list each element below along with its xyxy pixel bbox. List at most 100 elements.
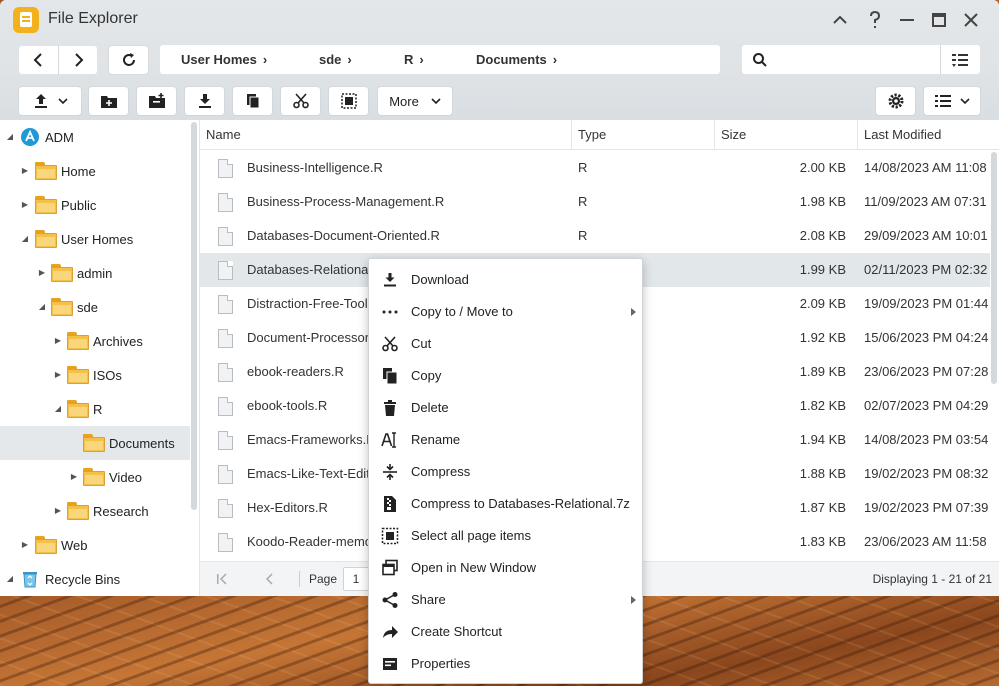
collapsed-arrow-icon[interactable]: ▶ (53, 506, 63, 516)
menu-item-rename[interactable]: Rename (369, 424, 642, 456)
expanded-arrow-icon[interactable]: ◢ (20, 234, 30, 244)
tree-item-sde[interactable]: ◢ sde (0, 290, 190, 324)
tree-item-admin[interactable]: ▶ admin (0, 256, 190, 290)
file-modified: 29/09/2023 AM 10:01 (864, 228, 988, 243)
expanded-arrow-icon[interactable]: ◢ (5, 132, 15, 142)
file-icon (218, 329, 233, 348)
file-icon (218, 431, 233, 450)
column-type[interactable]: Type (578, 120, 606, 150)
column-last-modified[interactable]: Last Modified (864, 120, 941, 150)
minimize-icon[interactable] (895, 8, 919, 32)
tree-item-adm[interactable]: ◢ ADM (0, 120, 190, 154)
tree-item-recycle-bins[interactable]: ◢ Recycle Bins (0, 562, 190, 596)
table-row[interactable]: Databases-Document-Oriented.R R 2.08 KB … (200, 219, 990, 253)
view-mode-button[interactable] (924, 87, 980, 115)
compress-file-icon (384, 496, 396, 512)
column-size[interactable]: Size (721, 120, 746, 150)
tree-item-video[interactable]: ▶ Video (0, 460, 190, 494)
menu-item-create-shortcut[interactable]: Create Shortcut (369, 616, 642, 648)
more-label: More (389, 93, 419, 109)
folder-icon (67, 400, 89, 418)
breadcrumb-item[interactable]: sde › (319, 52, 352, 67)
collapsed-arrow-icon[interactable]: ▶ (20, 166, 30, 176)
breadcrumb-item[interactable]: R › (404, 52, 424, 67)
file-name: Databases-Relationa (247, 262, 369, 277)
menu-item-share[interactable]: Share (369, 584, 642, 616)
expanded-arrow-icon[interactable]: ◢ (5, 574, 15, 584)
file-size: 1.82 KB (799, 398, 846, 413)
file-list-scrollbar[interactable] (991, 152, 997, 384)
maximize-icon[interactable] (927, 8, 951, 32)
new-shared-folder-button[interactable] (137, 87, 176, 115)
tree-item-r[interactable]: ◢ R (0, 392, 190, 426)
tree-item-research[interactable]: ▶ Research (0, 494, 190, 528)
menu-item-compress-to[interactable]: Compress to Databases-Relational.7z (369, 488, 642, 520)
breadcrumb-item[interactable]: User Homes › (181, 52, 267, 67)
expanded-arrow-icon[interactable]: ◢ (37, 302, 47, 312)
collapsed-arrow-icon[interactable]: ▶ (20, 540, 30, 550)
page-number-input[interactable]: 1 (343, 567, 369, 591)
tree-item-user-homes[interactable]: ◢ User Homes (0, 222, 190, 256)
file-size: 1.99 KB (799, 262, 846, 277)
menu-item-delete[interactable]: Delete (369, 392, 642, 424)
collapsed-arrow-icon[interactable]: ▶ (53, 370, 63, 380)
sidebar-scrollbar[interactable] (191, 122, 197, 510)
tree-item-isos[interactable]: ▶ ISOs (0, 358, 190, 392)
file-icon (218, 159, 233, 178)
forward-button[interactable] (58, 46, 97, 74)
download-button[interactable] (185, 87, 224, 115)
folder-icon (83, 434, 105, 452)
menu-item-cut[interactable]: Cut (369, 328, 642, 360)
menu-item-open-new-window[interactable]: Open in New Window (369, 552, 642, 584)
more-dropdown-button[interactable]: More (378, 87, 452, 115)
tree-item-documents[interactable]: Documents (0, 426, 190, 460)
table-row[interactable]: Business-Intelligence.R R 2.00 KB 14/08/… (200, 151, 990, 185)
previous-page-icon[interactable] (264, 573, 276, 585)
column-name[interactable]: Name (206, 120, 241, 150)
close-icon[interactable] (959, 8, 983, 32)
file-name: Emacs-Like-Text-Edit (247, 466, 370, 481)
menu-item-download[interactable]: Download (369, 264, 642, 296)
upload-button[interactable] (19, 87, 81, 115)
file-modified: 11/09/2023 AM 07:31 (864, 194, 987, 209)
menu-item-copy-move[interactable]: Copy to / Move to (369, 296, 642, 328)
file-name: Hex-Editors.R (247, 500, 328, 515)
copy-button[interactable] (233, 87, 272, 115)
collapsed-arrow-icon[interactable]: ▶ (69, 472, 79, 482)
tree-item-home[interactable]: ▶ Home (0, 154, 190, 188)
chevron-up-icon[interactable] (828, 8, 852, 32)
new-folder-button[interactable] (89, 87, 128, 115)
collapsed-arrow-icon[interactable]: ▶ (20, 200, 30, 210)
refresh-button[interactable] (109, 46, 148, 74)
tree-item-public[interactable]: ▶ Public (0, 188, 190, 222)
gear-icon (888, 93, 903, 109)
menu-item-properties[interactable]: Properties (369, 648, 642, 680)
file-type: R (578, 160, 588, 175)
menu-item-compress[interactable]: Compress (369, 456, 642, 488)
settings-button[interactable] (876, 87, 915, 115)
menu-item-copy[interactable]: Copy (369, 360, 642, 392)
search-box[interactable] (742, 45, 980, 74)
table-row[interactable]: Business-Process-Management.R R 1.98 KB … (200, 185, 990, 219)
cut-button[interactable] (281, 87, 320, 115)
file-name: Distraction-Free-Tool (247, 296, 368, 311)
new-folder-icon (100, 96, 117, 108)
tree-item-archives[interactable]: ▶ Archives (0, 324, 190, 358)
collapsed-arrow-icon[interactable]: ▶ (37, 268, 47, 278)
tree-item-web[interactable]: ▶ Web (0, 528, 190, 562)
back-button[interactable] (19, 46, 58, 74)
folder-tree-sidebar: ◢ ADM ▶ Home ▶ Public ◢ User Homes ▶ adm… (0, 120, 200, 596)
menu-item-select-all[interactable]: Select all page items (369, 520, 642, 552)
file-modified: 15/06/2023 PM 04:24 (864, 330, 989, 345)
search-icon (753, 53, 767, 67)
collapsed-arrow-icon[interactable]: ▶ (53, 336, 63, 346)
adm-icon (21, 128, 39, 146)
select-all-button[interactable] (329, 87, 368, 115)
navigation-buttons (19, 46, 97, 74)
first-page-icon[interactable] (216, 573, 228, 585)
folder-icon (51, 298, 73, 316)
expanded-arrow-icon[interactable]: ◢ (53, 404, 63, 414)
breadcrumb-item[interactable]: Documents › (476, 52, 557, 67)
file-type: R (578, 228, 588, 243)
help-icon[interactable] (863, 8, 887, 32)
